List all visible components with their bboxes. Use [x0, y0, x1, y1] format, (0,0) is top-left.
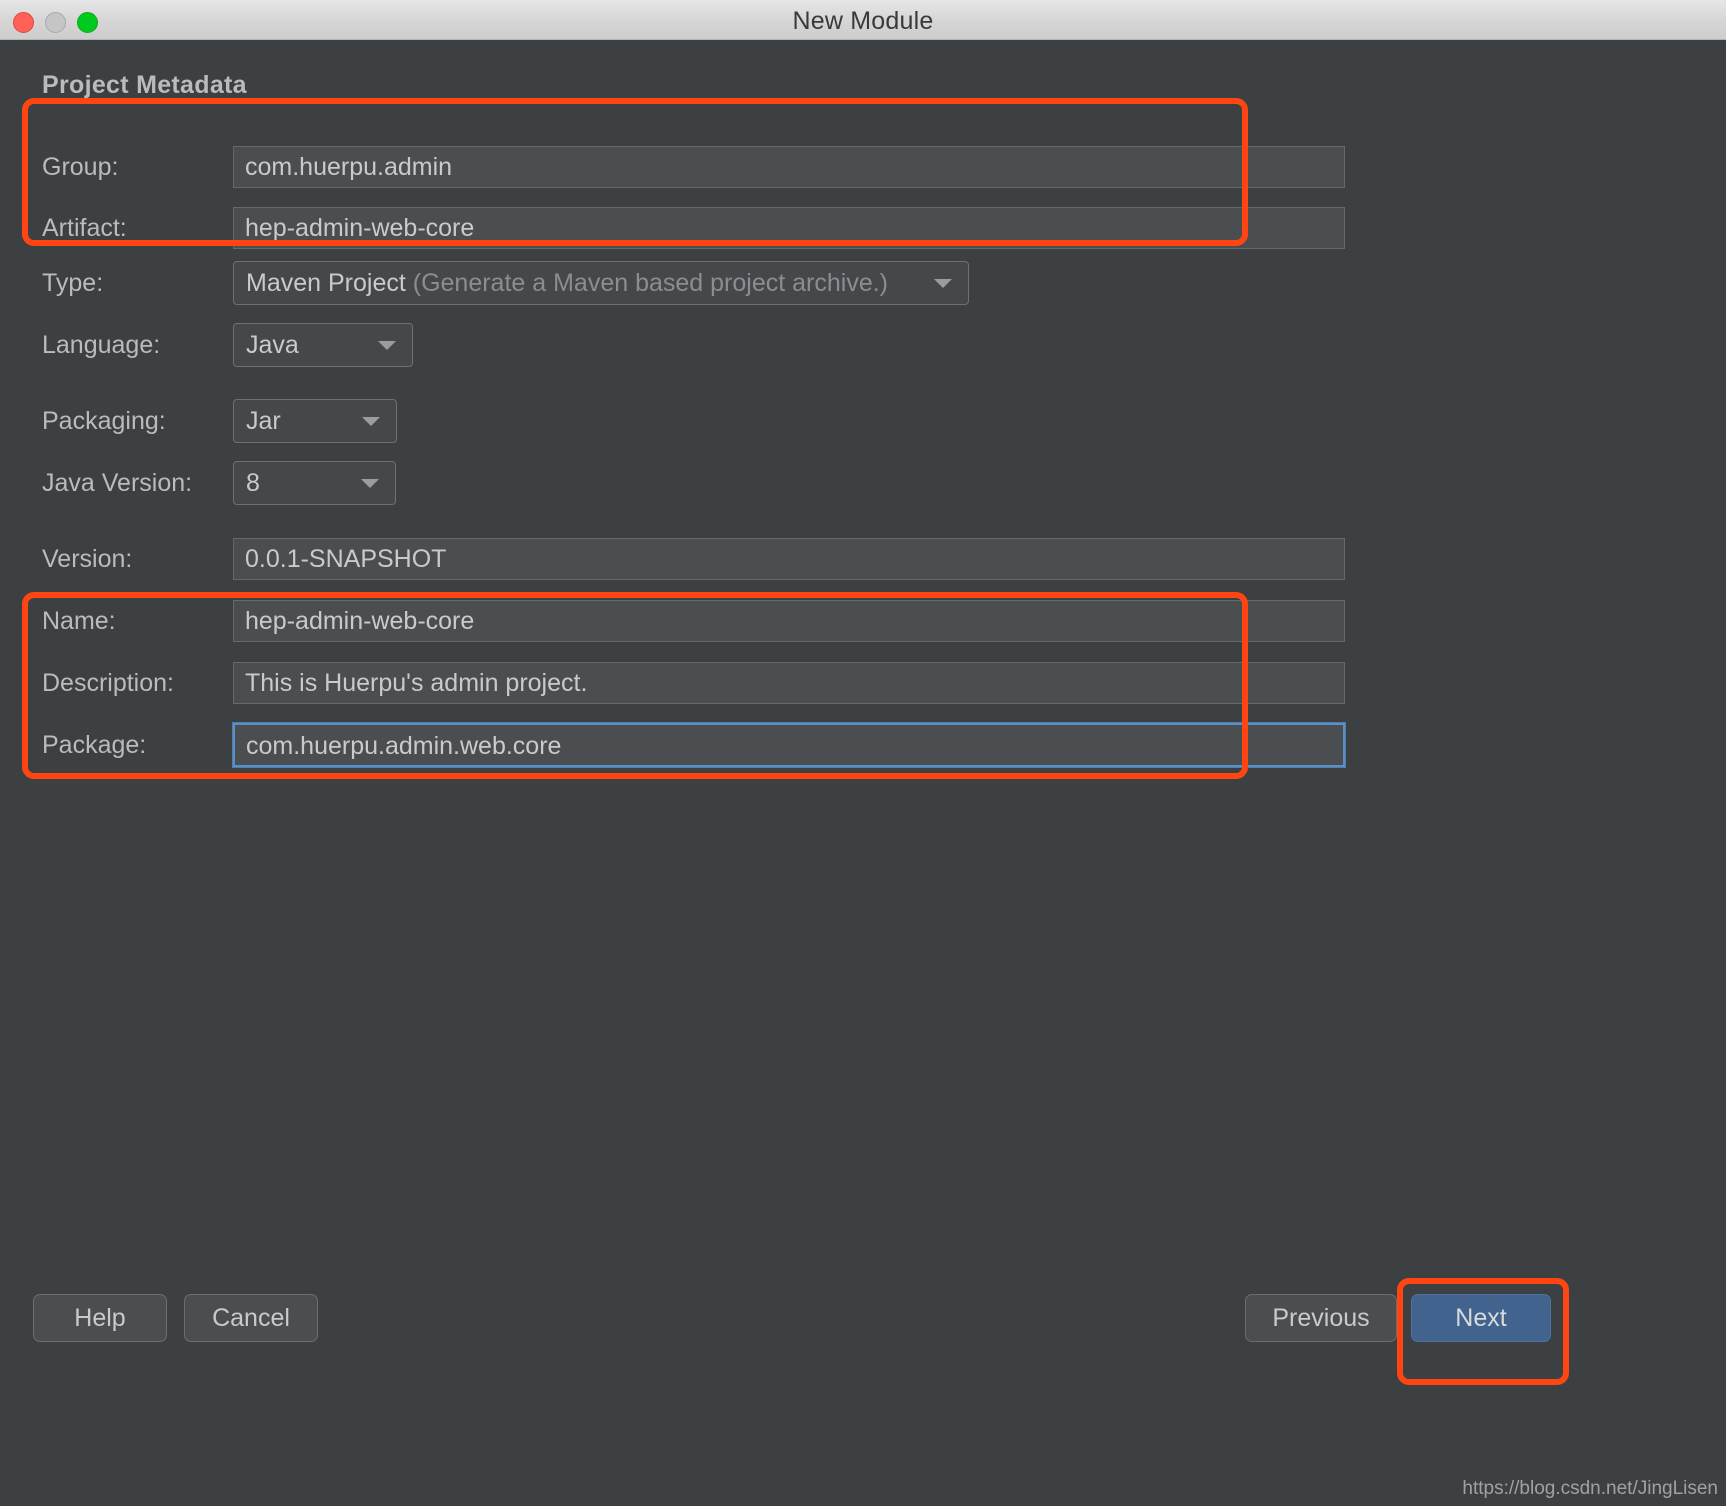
next-button[interactable]: Next	[1411, 1294, 1551, 1342]
packaging-label: Packaging:	[42, 407, 166, 435]
group-input[interactable]: com.huerpu.admin	[233, 146, 1345, 188]
chevron-down-icon	[362, 417, 380, 426]
chevron-down-icon	[361, 479, 379, 488]
name-input[interactable]: hep-admin-web-core	[233, 600, 1345, 642]
java-version-select[interactable]: 8	[233, 461, 396, 505]
java-version-select-value: 8	[246, 469, 260, 497]
help-button[interactable]: Help	[33, 1294, 167, 1342]
type-select[interactable]: Maven Project (Generate a Maven based pr…	[233, 261, 969, 305]
page-title: Project Metadata	[42, 71, 247, 99]
previous-button[interactable]: Previous	[1245, 1294, 1397, 1342]
package-input[interactable]: com.huerpu.admin.web.core	[232, 722, 1346, 768]
language-select[interactable]: Java	[233, 323, 413, 367]
chevron-down-icon	[378, 341, 396, 350]
package-label: Package:	[42, 731, 147, 759]
type-select-hint: (Generate a Maven based project archive.…	[412, 269, 888, 297]
cancel-button[interactable]: Cancel	[184, 1294, 318, 1342]
new-module-dialog: Project Metadata Group: com.huerpu.admin…	[0, 40, 1726, 1506]
window-title: New Module	[792, 7, 934, 35]
description-input[interactable]: This is Huerpu's admin project.	[233, 662, 1345, 704]
type-label: Type:	[42, 269, 104, 297]
packaging-select[interactable]: Jar	[233, 399, 397, 443]
version-label: Version:	[42, 545, 133, 573]
group-label: Group:	[42, 153, 119, 181]
type-select-value: Maven Project	[246, 269, 406, 297]
chevron-down-icon	[934, 279, 952, 288]
language-select-value: Java	[246, 331, 299, 359]
packaging-select-value: Jar	[246, 407, 281, 435]
artifact-input[interactable]: hep-admin-web-core	[233, 207, 1345, 249]
artifact-label: Artifact:	[42, 214, 127, 242]
java-version-label: Java Version:	[42, 469, 193, 497]
description-label: Description:	[42, 669, 174, 697]
watermark-text: https://blog.csdn.net/JingLisen	[1462, 1478, 1718, 1499]
language-label: Language:	[42, 331, 161, 359]
window-titlebar: New Module	[0, 0, 1726, 40]
name-label: Name:	[42, 607, 116, 635]
version-input[interactable]: 0.0.1-SNAPSHOT	[233, 538, 1345, 580]
